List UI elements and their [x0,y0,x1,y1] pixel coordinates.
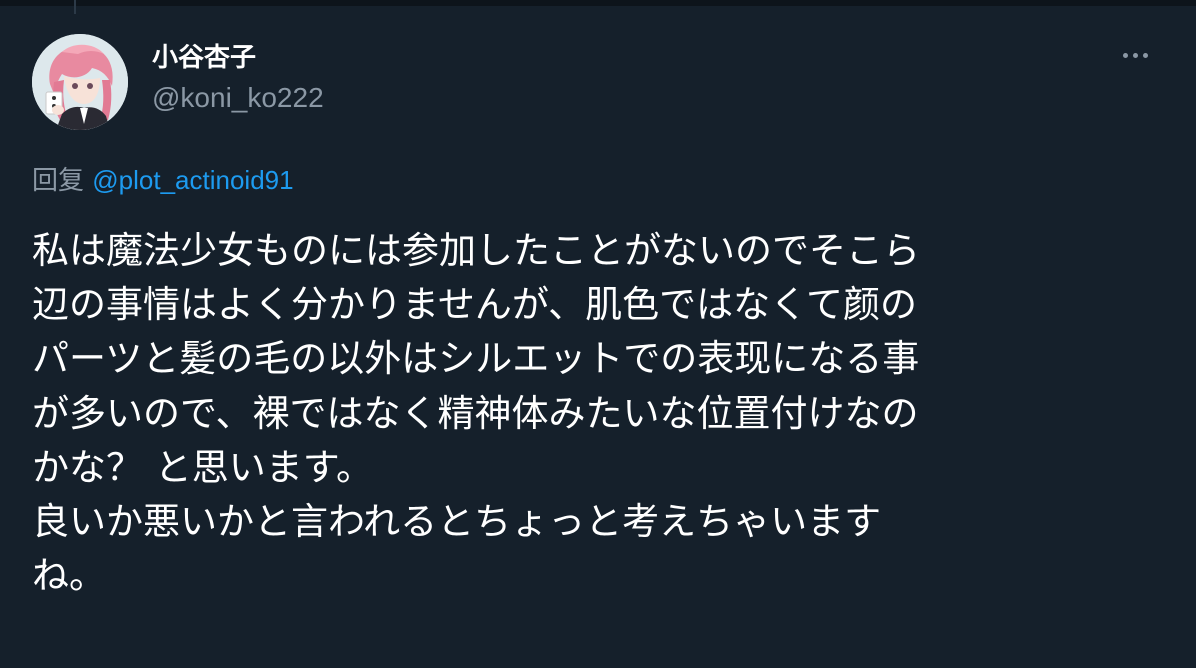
tweet-text: 私は魔法少女ものには参加したことがないのでそこら 辺の事情はよく分かりませんが、… [32,224,1182,603]
tweet-text-line: 良いか悪いかと言われるとちょっと考えちゃいます [32,499,882,543]
avatar[interactable] [32,34,128,130]
reply-to-link[interactable]: @plot_actinoid91 [92,165,293,195]
reply-prefix: 回复 [32,166,85,196]
display-name[interactable]: 小谷杏子 [152,40,256,76]
reply-context: 回复 @plot_actinoid91 [32,162,294,199]
anime-character-avatar-icon [32,34,128,130]
more-options-button[interactable] [1116,40,1156,70]
tweet-text-line: 辺の事情はよく分かりませんが、肌色ではなくて颜の [32,283,918,327]
tweet-text-line: 私は魔法少女ものには参加したことがないのでそこら [32,229,920,272]
user-handle[interactable]: @koni_ko222 [152,80,324,116]
tweet-text-line: かな？ と思います。 [32,445,374,489]
tweet-text-line: ね。 [32,554,106,598]
more-horizontal-icon [1143,53,1148,58]
tweet-card: 小谷杏子 @koni_ko222 回复 @plot_actinoid91 私は魔… [0,0,1196,668]
tweet-text-line: パーツと髪の毛の以外はシルエットでの表现になる事 [32,337,920,381]
more-horizontal-icon [1133,53,1138,58]
more-horizontal-icon [1123,53,1128,58]
tweet-text-line: が多いので、裸ではなく精神体みたいな位置付けなの [32,391,919,435]
